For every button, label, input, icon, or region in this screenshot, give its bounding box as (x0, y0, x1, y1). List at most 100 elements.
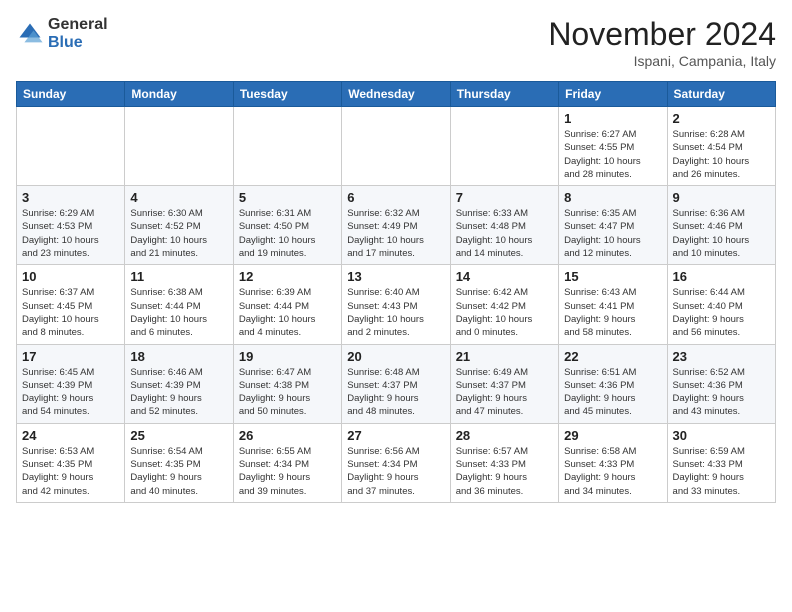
day-info: Sunrise: 6:48 AM Sunset: 4:37 PM Dayligh… (347, 366, 444, 419)
day-info: Sunrise: 6:29 AM Sunset: 4:53 PM Dayligh… (22, 207, 119, 260)
calendar-cell (342, 107, 450, 186)
day-info: Sunrise: 6:52 AM Sunset: 4:36 PM Dayligh… (673, 366, 770, 419)
calendar-cell: 22 Sunrise: 6:51 AM Sunset: 4:36 PM Dayli… (559, 344, 667, 423)
logo: General Blue (16, 16, 108, 51)
day-number: 15 (564, 269, 661, 284)
day-number: 2 (673, 111, 770, 126)
day-number: 22 (564, 349, 661, 364)
day-number: 29 (564, 428, 661, 443)
calendar-cell: 1 Sunrise: 6:27 AM Sunset: 4:55 PM Daylig… (559, 107, 667, 186)
weekday-header: Tuesday (233, 82, 341, 107)
logo-icon (16, 20, 44, 48)
day-number: 20 (347, 349, 444, 364)
day-info: Sunrise: 6:45 AM Sunset: 4:39 PM Dayligh… (22, 366, 119, 419)
weekday-header: Sunday (17, 82, 125, 107)
title-block: November 2024 Ispani, Campania, Italy (548, 16, 776, 69)
day-info: Sunrise: 6:58 AM Sunset: 4:33 PM Dayligh… (564, 445, 661, 498)
day-info: Sunrise: 6:39 AM Sunset: 4:44 PM Dayligh… (239, 286, 336, 339)
calendar-cell (125, 107, 233, 186)
day-number: 23 (673, 349, 770, 364)
day-number: 27 (347, 428, 444, 443)
day-number: 12 (239, 269, 336, 284)
calendar-cell: 17Sunrise: 6:45 AM Sunset: 4:39 PM Dayli… (17, 344, 125, 423)
calendar-cell: 5 Sunrise: 6:31 AM Sunset: 4:50 PM Daylig… (233, 186, 341, 265)
location-text: Ispani, Campania, Italy (548, 53, 776, 69)
day-info: Sunrise: 6:59 AM Sunset: 4:33 PM Dayligh… (673, 445, 770, 498)
calendar-cell: 30 Sunrise: 6:59 AM Sunset: 4:33 PM Dayli… (667, 423, 775, 502)
calendar-cell: 12 Sunrise: 6:39 AM Sunset: 4:44 PM Dayli… (233, 265, 341, 344)
weekday-header: Monday (125, 82, 233, 107)
day-number: 28 (456, 428, 553, 443)
day-number: 30 (673, 428, 770, 443)
day-number: 16 (673, 269, 770, 284)
day-info: Sunrise: 6:51 AM Sunset: 4:36 PM Dayligh… (564, 366, 661, 419)
day-info: Sunrise: 6:46 AM Sunset: 4:39 PM Dayligh… (130, 366, 227, 419)
day-number: 18 (130, 349, 227, 364)
calendar-week-row: 1 Sunrise: 6:27 AM Sunset: 4:55 PM Daylig… (17, 107, 776, 186)
day-info: Sunrise: 6:35 AM Sunset: 4:47 PM Dayligh… (564, 207, 661, 260)
day-info: Sunrise: 6:33 AM Sunset: 4:48 PM Dayligh… (456, 207, 553, 260)
calendar-cell: 4Sunrise: 6:30 AM Sunset: 4:52 PM Daylig… (125, 186, 233, 265)
calendar-week-row: 3Sunrise: 6:29 AM Sunset: 4:53 PM Daylig… (17, 186, 776, 265)
calendar-cell: 14Sunrise: 6:42 AM Sunset: 4:42 PM Dayli… (450, 265, 558, 344)
day-number: 24 (22, 428, 119, 443)
day-number: 5 (239, 190, 336, 205)
calendar-cell: 19Sunrise: 6:47 AM Sunset: 4:38 PM Dayli… (233, 344, 341, 423)
day-info: Sunrise: 6:40 AM Sunset: 4:43 PM Dayligh… (347, 286, 444, 339)
day-number: 10 (22, 269, 119, 284)
calendar-cell: 18 Sunrise: 6:46 AM Sunset: 4:39 PM Dayli… (125, 344, 233, 423)
day-number: 8 (564, 190, 661, 205)
weekday-header: Wednesday (342, 82, 450, 107)
calendar-cell (233, 107, 341, 186)
day-number: 25 (130, 428, 227, 443)
calendar-cell: 16 Sunrise: 6:44 AM Sunset: 4:40 PM Dayli… (667, 265, 775, 344)
day-info: Sunrise: 6:56 AM Sunset: 4:34 PM Dayligh… (347, 445, 444, 498)
day-info: Sunrise: 6:27 AM Sunset: 4:55 PM Dayligh… (564, 128, 661, 181)
page-header: General Blue November 2024 Ispani, Campa… (16, 16, 776, 69)
day-info: Sunrise: 6:57 AM Sunset: 4:33 PM Dayligh… (456, 445, 553, 498)
day-number: 13 (347, 269, 444, 284)
calendar-cell: 13 Sunrise: 6:40 AM Sunset: 4:43 PM Dayli… (342, 265, 450, 344)
calendar-cell: 11Sunrise: 6:38 AM Sunset: 4:44 PM Dayli… (125, 265, 233, 344)
calendar-cell: 29 Sunrise: 6:58 AM Sunset: 4:33 PM Dayli… (559, 423, 667, 502)
day-info: Sunrise: 6:55 AM Sunset: 4:34 PM Dayligh… (239, 445, 336, 498)
calendar-cell: 7 Sunrise: 6:33 AM Sunset: 4:48 PM Daylig… (450, 186, 558, 265)
calendar-week-row: 10Sunrise: 6:37 AM Sunset: 4:45 PM Dayli… (17, 265, 776, 344)
weekday-header: Friday (559, 82, 667, 107)
calendar-cell: 24 Sunrise: 6:53 AM Sunset: 4:35 PM Dayli… (17, 423, 125, 502)
calendar-table: SundayMondayTuesdayWednesdayThursdayFrid… (16, 81, 776, 503)
day-info: Sunrise: 6:36 AM Sunset: 4:46 PM Dayligh… (673, 207, 770, 260)
day-info: Sunrise: 6:32 AM Sunset: 4:49 PM Dayligh… (347, 207, 444, 260)
day-info: Sunrise: 6:49 AM Sunset: 4:37 PM Dayligh… (456, 366, 553, 419)
day-info: Sunrise: 6:30 AM Sunset: 4:52 PM Dayligh… (130, 207, 227, 260)
calendar-cell: 27 Sunrise: 6:56 AM Sunset: 4:34 PM Dayli… (342, 423, 450, 502)
day-info: Sunrise: 6:31 AM Sunset: 4:50 PM Dayligh… (239, 207, 336, 260)
calendar-cell: 25Sunrise: 6:54 AM Sunset: 4:35 PM Dayli… (125, 423, 233, 502)
day-number: 1 (564, 111, 661, 126)
calendar-cell: 28 Sunrise: 6:57 AM Sunset: 4:33 PM Dayli… (450, 423, 558, 502)
day-info: Sunrise: 6:47 AM Sunset: 4:38 PM Dayligh… (239, 366, 336, 419)
day-number: 21 (456, 349, 553, 364)
day-number: 14 (456, 269, 553, 284)
calendar-cell: 21 Sunrise: 6:49 AM Sunset: 4:37 PM Dayli… (450, 344, 558, 423)
calendar-cell: 9 Sunrise: 6:36 AM Sunset: 4:46 PM Daylig… (667, 186, 775, 265)
logo-blue-text: Blue (48, 34, 108, 52)
calendar-cell: 23 Sunrise: 6:52 AM Sunset: 4:36 PM Dayli… (667, 344, 775, 423)
day-number: 6 (347, 190, 444, 205)
calendar-cell (450, 107, 558, 186)
calendar-week-row: 24 Sunrise: 6:53 AM Sunset: 4:35 PM Dayli… (17, 423, 776, 502)
calendar-cell: 6 Sunrise: 6:32 AM Sunset: 4:49 PM Daylig… (342, 186, 450, 265)
weekday-header: Thursday (450, 82, 558, 107)
day-number: 9 (673, 190, 770, 205)
calendar-cell: 3Sunrise: 6:29 AM Sunset: 4:53 PM Daylig… (17, 186, 125, 265)
logo-general-text: General (48, 16, 108, 34)
calendar-cell: 15 Sunrise: 6:43 AM Sunset: 4:41 PM Dayli… (559, 265, 667, 344)
day-info: Sunrise: 6:44 AM Sunset: 4:40 PM Dayligh… (673, 286, 770, 339)
calendar-cell: 10Sunrise: 6:37 AM Sunset: 4:45 PM Dayli… (17, 265, 125, 344)
day-number: 11 (130, 269, 227, 284)
day-number: 7 (456, 190, 553, 205)
day-info: Sunrise: 6:53 AM Sunset: 4:35 PM Dayligh… (22, 445, 119, 498)
month-title: November 2024 (548, 16, 776, 53)
calendar-cell: 8 Sunrise: 6:35 AM Sunset: 4:47 PM Daylig… (559, 186, 667, 265)
day-info: Sunrise: 6:43 AM Sunset: 4:41 PM Dayligh… (564, 286, 661, 339)
